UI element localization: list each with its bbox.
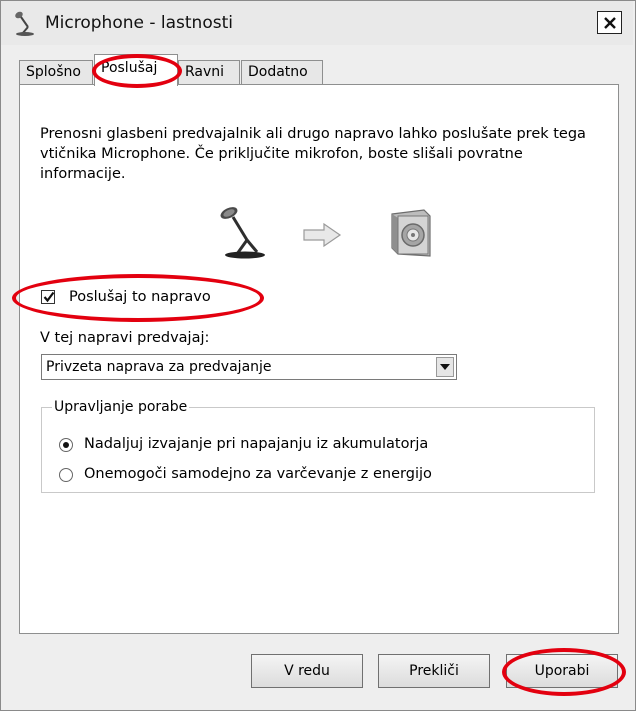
ok-button-label: V redu xyxy=(284,663,330,679)
radio-continue-on-battery[interactable] xyxy=(59,438,73,452)
microphone-icon xyxy=(12,10,38,36)
playback-device-select[interactable]: Privzeta naprava za predvajanje xyxy=(41,354,457,380)
speaker-icon xyxy=(388,208,434,262)
close-button[interactable] xyxy=(597,11,622,34)
description-text: Prenosni glasbeni predvajalnik ali drugo… xyxy=(40,126,586,182)
arrow-right-icon xyxy=(302,222,342,252)
power-management-title: Upravljanje porabe xyxy=(52,399,190,415)
tab-advanced[interactable]: Dodatno xyxy=(241,60,323,84)
title-bar[interactable]: Microphone - lastnosti xyxy=(1,1,633,45)
radio-disable-to-save-power-label: Onemogoči samodejno za varčevanje z ener… xyxy=(84,466,432,482)
radio-continue-on-battery-label: Nadaljuj izvajanje pri napajanju iz akum… xyxy=(84,436,429,452)
close-icon xyxy=(603,16,616,29)
tab-levels[interactable]: Ravni xyxy=(178,60,240,84)
playback-device-value: Privzeta naprava za predvajanje xyxy=(46,359,272,375)
annotation-circle-apply xyxy=(502,648,626,696)
microphone-icon xyxy=(215,204,267,264)
radio-selected-dot xyxy=(63,442,69,448)
window-title: Microphone - lastnosti xyxy=(45,13,233,33)
tab-general[interactable]: Splošno xyxy=(19,60,93,84)
annotation-circle-tab xyxy=(92,54,182,88)
cancel-button[interactable]: Prekliči xyxy=(378,654,490,688)
radio-disable-to-save-power[interactable] xyxy=(59,468,73,482)
annotation-circle-checkbox xyxy=(12,274,264,322)
tab-general-label: Splošno xyxy=(26,64,81,80)
playback-device-label: V tej napravi predvajaj: xyxy=(40,330,210,346)
ok-button[interactable]: V redu xyxy=(251,654,363,688)
dropdown-arrow-icon[interactable] xyxy=(436,357,454,377)
tab-advanced-label: Dodatno xyxy=(248,64,308,80)
cancel-button-label: Prekliči xyxy=(409,663,459,679)
tab-levels-label: Ravni xyxy=(185,64,225,80)
